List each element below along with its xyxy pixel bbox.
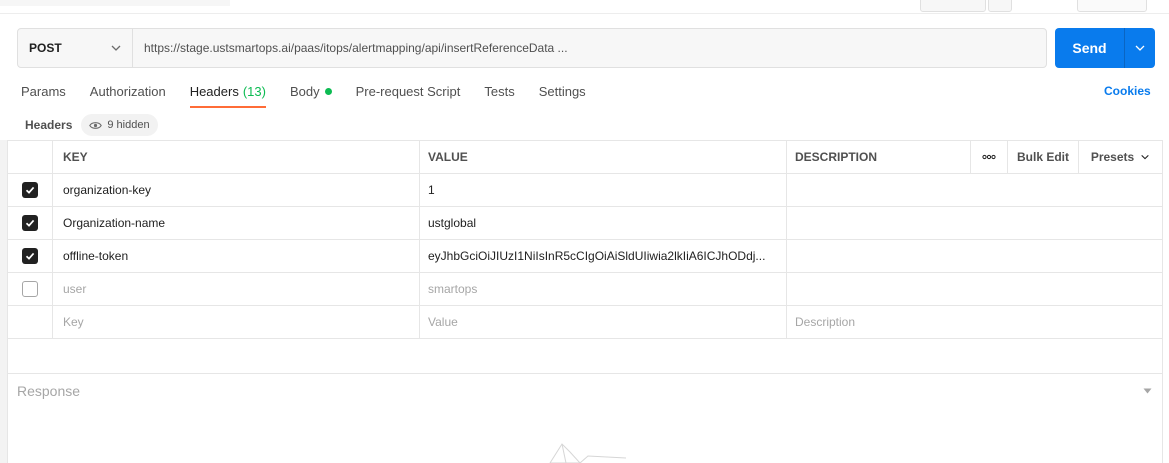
request-tabs: Params Authorization Headers (13) Body Pr… (21, 84, 610, 108)
method-select[interactable]: POST (18, 29, 133, 67)
table-row: Organization-name ustglobal (8, 207, 1162, 240)
presets-label: Presets (1090, 150, 1135, 164)
header-key-cell[interactable]: user (52, 273, 419, 305)
presets-dropdown[interactable]: Presets (1078, 141, 1162, 173)
new-description-input[interactable]: Description (786, 306, 1162, 338)
eye-icon (89, 121, 103, 129)
row-checkbox-cell (8, 207, 52, 239)
row-checkbox-cell (8, 273, 52, 305)
header-description-cell[interactable] (786, 174, 1162, 206)
send-button-group: Send (1055, 28, 1155, 68)
postman-request-panel: { "request": { "method": "POST", "url": … (0, 0, 1169, 463)
new-header-row: Key Value Description (8, 306, 1162, 339)
table-row: offline-token eyJhbGciOiJIUzI1NiIsInR5cC… (8, 240, 1162, 273)
new-value-input[interactable]: Value (419, 306, 786, 338)
save-dropdown-button[interactable] (988, 0, 1012, 12)
response-panel-header[interactable]: Response (8, 373, 1162, 407)
row-checkbox-cell (8, 174, 52, 206)
select-all-cell (8, 141, 52, 173)
table-header-row: KEY VALUE DESCRIPTION Bulk Edit Presets (8, 141, 1162, 174)
tab-params-label: Params (21, 84, 66, 99)
header-key-cell[interactable]: offline-token (52, 240, 419, 272)
table-row: organization-key 1 (8, 174, 1162, 207)
hidden-headers-toggle[interactable]: 9 hidden (81, 114, 158, 136)
tab-authorization[interactable]: Authorization (90, 84, 166, 108)
body-indicator-dot (324, 88, 332, 95)
header-description-cell[interactable] (786, 207, 1162, 239)
checkbox-checked[interactable] (22, 248, 38, 264)
bulk-edit-button[interactable]: Bulk Edit (1007, 141, 1078, 173)
tab-authorization-label: Authorization (89, 84, 166, 99)
more-icon (982, 154, 996, 160)
send-button[interactable]: Send (1055, 28, 1124, 68)
check-icon (25, 219, 35, 227)
rocket-illustration-icon (549, 443, 627, 463)
tab-headers[interactable]: Headers (13) (189, 84, 267, 108)
request-bar: POST https://stage.ustsmartops.ai/paas/i… (17, 28, 1047, 68)
header-value-cell[interactable]: smartops (419, 273, 786, 305)
top-toolbar-strip (0, 0, 1169, 14)
row-checkbox-cell (8, 306, 52, 338)
response-label: Response (17, 382, 81, 399)
header-description-cell[interactable] (786, 240, 1162, 272)
checkbox-checked[interactable] (22, 215, 38, 231)
chevron-down-icon (1135, 45, 1145, 51)
right-panel-edge (1162, 140, 1169, 463)
save-button[interactable] (920, 0, 986, 12)
column-key: KEY (52, 141, 419, 173)
tab-headers-label: Headers (189, 84, 239, 99)
header-key-cell[interactable]: organization-key (52, 174, 419, 206)
caret-down-icon (1143, 388, 1152, 394)
header-key-cell[interactable]: Organization-name (52, 207, 419, 239)
headers-section-label: Headers (25, 118, 73, 132)
tab-pre-request-script[interactable]: Pre-request Script (356, 84, 461, 108)
chevron-down-icon (1141, 154, 1149, 160)
new-key-input[interactable]: Key (52, 306, 419, 338)
tab-tests-label: Tests (484, 84, 515, 99)
tab-body-label: Body (289, 84, 320, 99)
headers-table: KEY VALUE DESCRIPTION Bulk Edit Presets … (8, 140, 1162, 339)
hidden-count-label: 9 hidden (107, 119, 150, 131)
header-value-cell[interactable]: ustglobal (419, 207, 786, 239)
header-description-cell[interactable] (786, 273, 1162, 305)
check-icon (25, 252, 35, 260)
headers-count-badge: (13) (242, 84, 266, 99)
checkbox-unchecked[interactable] (22, 281, 38, 297)
row-checkbox-cell (8, 240, 52, 272)
column-value: VALUE (419, 141, 786, 173)
tab-pre-request-label: Pre-request Script (355, 84, 461, 99)
more-options-button[interactable] (970, 141, 1007, 173)
headers-subrow: Headers 9 hidden (25, 114, 158, 136)
tab-tests[interactable]: Tests (484, 84, 514, 108)
view-toggle-button[interactable] (1077, 0, 1147, 12)
table-row: user smartops (8, 273, 1162, 306)
chevron-down-icon (111, 45, 121, 51)
cookies-link[interactable]: Cookies (1104, 84, 1151, 98)
header-value-cell[interactable]: eyJhbGciOiJIUzI1NiIsInR5cCIgOiAiSldUIiwi… (419, 240, 786, 272)
checkbox-checked[interactable] (22, 182, 38, 198)
method-label: POST (29, 41, 62, 55)
column-description: DESCRIPTION (786, 141, 970, 173)
tab-settings-label: Settings (538, 84, 586, 99)
left-panel-edge (0, 140, 8, 463)
tab-settings[interactable]: Settings (539, 84, 586, 108)
tab-params[interactable]: Params (21, 84, 66, 108)
check-icon (25, 186, 35, 194)
url-input[interactable]: https://stage.ustsmartops.ai/paas/itops/… (133, 41, 568, 55)
request-tab-ghost[interactable] (0, 0, 230, 6)
header-value-cell[interactable]: 1 (419, 174, 786, 206)
tab-body[interactable]: Body (290, 84, 332, 108)
send-options-button[interactable] (1124, 28, 1155, 68)
